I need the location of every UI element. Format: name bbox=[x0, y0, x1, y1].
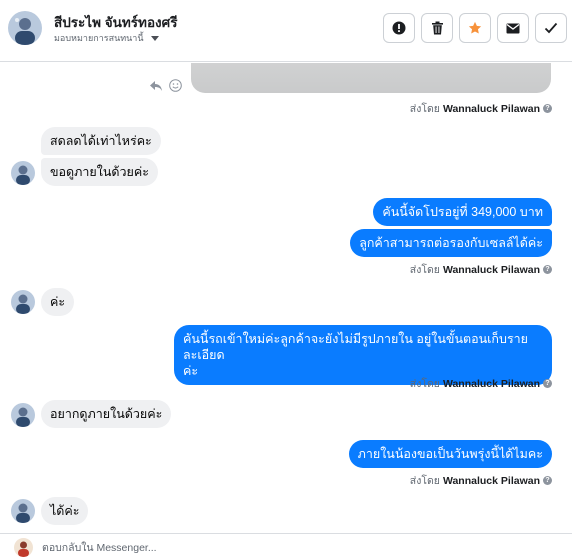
info-icon[interactable]: ? bbox=[543, 104, 552, 113]
star-icon bbox=[468, 21, 482, 34]
outgoing-message[interactable]: คันนี้จัดโปรอยู่ที่ 349,000 บาท bbox=[373, 198, 552, 226]
message-thread[interactable]: ส่งโดย Wannaluck Pilawan ? สดลดได้เท่าไห… bbox=[0, 63, 572, 533]
sent-by-label: ส่งโดย Wannaluck Pilawan ? bbox=[410, 375, 552, 392]
outgoing-message-line: คันนี้รถเข้าใหม่ค่ะลูกค้าจะยังไม่มีรูปภา… bbox=[183, 332, 528, 362]
page-avatar bbox=[14, 538, 33, 557]
contact-avatar-small[interactable] bbox=[11, 403, 35, 427]
incoming-message[interactable]: ขอดูภายในด้วยค่ะ bbox=[41, 158, 158, 186]
sent-by-label: ส่งโดย Wannaluck Pilawan ? bbox=[410, 472, 552, 489]
reply-composer bbox=[0, 533, 572, 560]
caret-down-icon bbox=[150, 35, 159, 41]
contact-avatar-small[interactable] bbox=[11, 499, 35, 523]
sent-by-label: ส่งโดย Wannaluck Pilawan ? bbox=[410, 100, 552, 117]
incoming-message[interactable]: ค่ะ bbox=[41, 288, 75, 316]
incoming-message[interactable]: อยากดูภายในด้วยค่ะ bbox=[41, 400, 172, 428]
contact-avatar-small[interactable] bbox=[11, 290, 35, 314]
contact-name[interactable]: สีประไพ จันทร์ทองศรี bbox=[54, 11, 177, 33]
sent-by-prefix: ส่งโดย bbox=[409, 264, 440, 276]
smiley-icon[interactable] bbox=[169, 79, 182, 92]
sent-by-prefix: ส่งโดย bbox=[409, 103, 440, 115]
contact-avatar[interactable] bbox=[8, 11, 42, 45]
message-tools bbox=[149, 79, 182, 92]
outgoing-message[interactable]: ลูกค้าสามารถต่อรองกับเซลล์ได้ค่ะ bbox=[350, 229, 552, 257]
sent-by-prefix: ส่งโดย bbox=[409, 378, 440, 390]
shared-image-attachment[interactable] bbox=[191, 63, 551, 93]
info-icon[interactable]: ? bbox=[543, 476, 552, 485]
assign-label: มอบหมายการสนทนานี้ bbox=[54, 33, 144, 43]
assign-conversation-dropdown[interactable]: มอบหมายการสนทนานี้ bbox=[54, 31, 159, 45]
conversation-header: สีประไพ จันทร์ทองศรี มอบหมายการสนทนานี้ bbox=[0, 0, 572, 62]
delete-button[interactable] bbox=[421, 13, 453, 43]
sent-by-sender: Wannaluck Pilawan bbox=[442, 377, 540, 390]
info-icon[interactable]: ? bbox=[543, 379, 552, 388]
sent-by-label: ส่งโดย Wannaluck Pilawan ? bbox=[410, 261, 552, 278]
reply-input[interactable] bbox=[42, 539, 542, 557]
outgoing-message[interactable]: ภายในน้องขอเป็นวันพรุ่งนี้ได้ไมคะ bbox=[348, 440, 552, 468]
info-icon[interactable]: ? bbox=[543, 265, 552, 274]
check-icon bbox=[544, 22, 558, 34]
incoming-message[interactable]: สดลดได้เท่าไหร่คะ bbox=[41, 127, 161, 155]
header-actions bbox=[383, 13, 567, 43]
sent-by-sender: Wannaluck Pilawan bbox=[442, 263, 540, 276]
envelope-icon bbox=[506, 23, 520, 33]
sent-by-sender: Wannaluck Pilawan bbox=[442, 474, 540, 487]
mark-unread-button[interactable] bbox=[497, 13, 529, 43]
trash-icon bbox=[431, 21, 443, 35]
mark-spam-button[interactable] bbox=[383, 13, 415, 43]
incoming-message[interactable]: ได้ค่ะ bbox=[41, 497, 89, 525]
contact-avatar-small[interactable] bbox=[11, 161, 35, 185]
exclamation-icon bbox=[392, 21, 406, 35]
sent-by-sender: Wannaluck Pilawan bbox=[442, 102, 540, 115]
mark-done-button[interactable] bbox=[535, 13, 567, 43]
star-button[interactable] bbox=[459, 13, 491, 43]
reply-icon[interactable] bbox=[149, 80, 163, 92]
sent-by-prefix: ส่งโดย bbox=[409, 475, 440, 487]
